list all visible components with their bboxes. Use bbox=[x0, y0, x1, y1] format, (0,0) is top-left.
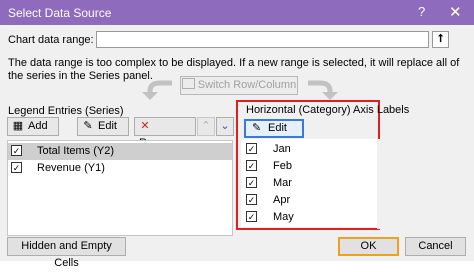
series-item[interactable]: ✓ Revenue (Y1) bbox=[8, 160, 232, 177]
axis-label-item[interactable]: ✓ Mar bbox=[241, 175, 377, 192]
add-icon: ▦ bbox=[12, 120, 24, 132]
axis-label-text: Jan bbox=[273, 143, 291, 155]
series-checkbox[interactable]: ✓ bbox=[11, 145, 22, 156]
chevron-up-icon: ⌃ bbox=[201, 120, 211, 132]
axis-label-item[interactable]: ✓ Feb bbox=[241, 158, 377, 175]
axis-checkbox[interactable]: ✓ bbox=[246, 177, 257, 188]
help-button[interactable]: ? bbox=[418, 4, 425, 19]
edit-axis-labels-button[interactable]: ✎ Edit bbox=[244, 119, 304, 138]
move-down-button[interactable]: ⌄ bbox=[216, 117, 234, 136]
window-title: Select Data Source bbox=[8, 6, 112, 20]
hidden-empty-cells-button[interactable]: Hidden and Empty Cells bbox=[7, 237, 126, 269]
axis-checkbox[interactable]: ✓ bbox=[246, 143, 257, 154]
axis-labels-list: ✓ Jan ✓ Feb ✓ Mar ✓ Apr ✓ May bbox=[241, 139, 377, 227]
series-label: Total Items (Y2) bbox=[37, 145, 115, 157]
close-button[interactable]: ✕ bbox=[449, 3, 462, 21]
axis-label-text: Mar bbox=[273, 177, 292, 189]
remove-series-button[interactable]: ✕Remove bbox=[134, 117, 196, 149]
title-bar: Select Data Source ? ✕ bbox=[0, 0, 474, 25]
axis-label-item[interactable]: ✓ May bbox=[241, 209, 377, 226]
axis-list-scrollbar[interactable] bbox=[377, 139, 383, 229]
add-label: Add bbox=[28, 120, 48, 132]
chart-data-range-label: Chart data range: bbox=[8, 34, 94, 46]
chart-data-range-input[interactable] bbox=[96, 31, 429, 48]
switch-row-column-label: Switch Row/Column bbox=[197, 79, 297, 91]
edit-icon: ✎ bbox=[83, 120, 93, 132]
ok-button[interactable]: OK bbox=[338, 237, 399, 256]
legend-entries-heading: Legend Entries (Series) bbox=[8, 105, 124, 117]
series-label: Revenue (Y1) bbox=[37, 162, 105, 174]
axis-label-text: Feb bbox=[273, 160, 292, 172]
edit-axis-label: Edit bbox=[268, 122, 287, 134]
cancel-button[interactable]: Cancel bbox=[405, 237, 466, 256]
switch-row-column-button[interactable]: Switch Row/Column bbox=[180, 76, 298, 95]
axis-checkbox[interactable]: ✓ bbox=[246, 194, 257, 205]
range-collapse-button[interactable]: ⭡ bbox=[432, 31, 449, 48]
axis-label-item[interactable]: ✓ Jan bbox=[241, 141, 377, 158]
series-item[interactable]: ✓ Total Items (Y2) bbox=[8, 143, 232, 160]
remove-icon: ✕ bbox=[140, 120, 150, 132]
axis-label-text: Apr bbox=[273, 194, 291, 206]
edit-icon: ✎ bbox=[252, 122, 262, 134]
axis-label-item[interactable]: ✓ Apr bbox=[241, 192, 377, 209]
switch-icon bbox=[181, 78, 195, 89]
edit-series-button[interactable]: ✎ Edit bbox=[77, 117, 129, 136]
series-checkbox[interactable]: ✓ bbox=[11, 162, 22, 173]
series-toolbar: ▦ Add ✎ Edit ✕Remove ⌃ ⌄ bbox=[7, 117, 234, 149]
axis-labels-heading: Horizontal (Category) Axis Labels bbox=[246, 104, 410, 116]
axis-checkbox[interactable]: ✓ bbox=[246, 211, 257, 222]
collapse-arrow-icon: ⭡ bbox=[437, 33, 444, 45]
edit-label: Edit bbox=[98, 120, 117, 132]
axis-label-text: May bbox=[273, 211, 294, 223]
add-series-button[interactable]: ▦ Add bbox=[7, 117, 59, 136]
move-up-button[interactable]: ⌃ bbox=[197, 117, 215, 136]
dialog-body: Chart data range: ⭡ The data range is to… bbox=[0, 25, 474, 269]
chevron-down-icon: ⌄ bbox=[220, 120, 230, 132]
series-list: ✓ Total Items (Y2) ✓ Revenue (Y1) bbox=[7, 140, 233, 236]
axis-checkbox[interactable]: ✓ bbox=[246, 160, 257, 171]
